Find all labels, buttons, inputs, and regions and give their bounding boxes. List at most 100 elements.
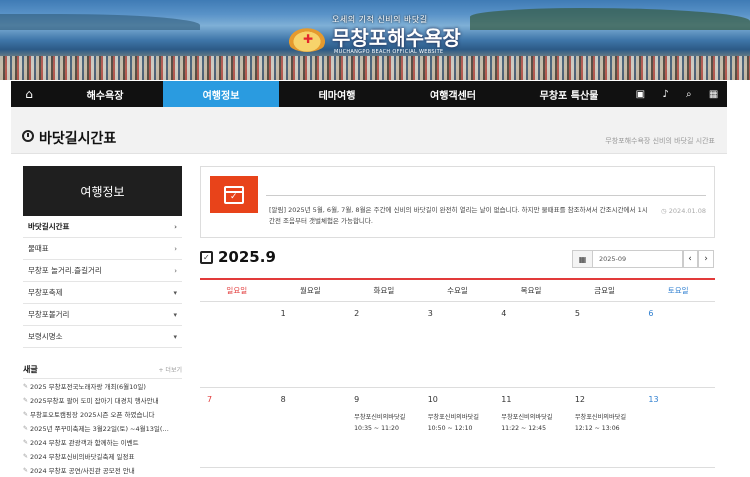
sidebar-item-sights[interactable]: 무창포볼거리 ▾	[23, 304, 182, 326]
day-number: 3	[427, 309, 433, 318]
calendar-day-cell[interactable]: 8	[274, 388, 348, 467]
clock-icon	[22, 130, 34, 142]
logo-mark-icon: ✚	[286, 26, 328, 52]
sidebar-item-festival[interactable]: 무창포축제 ▾	[23, 282, 182, 304]
sidebar-item-label: 물때표	[28, 244, 49, 253]
sidebar-item-label: 보령시명소	[28, 332, 63, 341]
calendar-icon	[200, 251, 213, 264]
sidebar-item-boryeong-attractions[interactable]: 보령시명소 ▾	[23, 326, 182, 348]
weekday-fri: 금요일	[594, 286, 615, 295]
weekday-tue: 화요일	[373, 286, 395, 295]
calendar-day-cell[interactable]: 11 무창포신비의바닷길 11:22 ~ 12:45	[494, 388, 568, 467]
tide-event[interactable]: 무창포신비의바닷길 12:12 ~ 13:06	[575, 412, 642, 434]
calendar-day-cell[interactable]: 12 무창포신비의바닷길 12:12 ~ 13:06	[568, 388, 642, 467]
calendar-week-2: 7 8 9 무창포신비의바닷길 10:35 ~ 11:20 10 무창포신비의바닷…	[200, 388, 715, 468]
bag-icon[interactable]: ▣	[636, 89, 645, 100]
chevron-down-icon: ▾	[173, 288, 177, 297]
recent-posts: 새글 + 더보기 ✎ 2025 무창포전국노래자랑 개최(6월10일) ✎ 2025…	[23, 361, 182, 477]
pencil-icon: ✎	[23, 396, 29, 404]
calendar-year-month: 2025.9	[218, 248, 276, 266]
calendar-day-cell[interactable]: 9 무창포신비의바닷길 10:35 ~ 11:20	[347, 388, 421, 467]
list-item[interactable]: ✎ 2025년 쭈꾸미축제는 3월22일(토) ~4월13일(…	[23, 421, 182, 435]
chevron-right-icon: ›	[174, 222, 177, 231]
list-item[interactable]: ✎ 2024 무창포 공연/사진관 공모전 안내	[23, 463, 182, 477]
tide-event[interactable]: 무창포신비의바닷길 11:22 ~ 12:45	[501, 412, 568, 434]
calendar-day-cell[interactable]: 2	[347, 302, 421, 387]
calendar-day-cell[interactable]: 4	[494, 302, 568, 387]
calendar-day-cell[interactable]: 10 무창포신비의바닷길 10:50 ~ 12:10	[421, 388, 495, 467]
tide-event-time: 12:12 ~ 13:06	[574, 425, 620, 432]
nav-item-specialties[interactable]: 무창포 특산물	[511, 81, 627, 107]
day-number: 6	[648, 309, 654, 318]
banner-island-right	[470, 8, 750, 30]
list-item[interactable]: ✎ 2025 무창포전국노래자랑 개최(6월10일)	[23, 379, 182, 393]
grid-menu-icon[interactable]: ▦	[709, 89, 718, 100]
post-title: 2025년 쭈꾸미축제는 3월22일(토) ~4월13일(…	[30, 425, 169, 433]
notice-text[interactable]: [알림] 2025년 5월, 6월, 7월, 8월은 주간에 신비의 바닷길이 …	[269, 205, 649, 227]
tide-event-label: 무창포신비의바닷길	[354, 414, 406, 421]
post-title: 2025무창포 팔어 도미 잡아기 대경치 행사안내	[30, 397, 159, 405]
calendar-day-cell[interactable]: 6	[641, 302, 715, 387]
list-item[interactable]: ✎ 2025무창포 팔어 도미 잡아기 대경치 행사안내	[23, 393, 182, 407]
nav-item-visitor-center[interactable]: 여행객센터	[395, 81, 511, 107]
header-banner: 오세의 기적 신비의 바닷길 ✚ 무창포해수욕장 MUCHANGPO BEACH…	[0, 0, 750, 80]
breadcrumb[interactable]: 무창포해수욕장 신비의 바닷길 시간표	[605, 136, 715, 146]
site-logo[interactable]: 오세의 기적 신비의 바닷길 ✚ 무창포해수욕장 MUCHANGPO BEACH…	[282, 12, 482, 58]
month-picker-value[interactable]: 2025-09	[593, 251, 683, 267]
day-number: 10	[427, 395, 438, 404]
page-title: 바닷길시간표	[39, 131, 117, 147]
sidebar-item-tide-schedule[interactable]: 바닷길시간표 ›	[23, 216, 182, 238]
sidebar-item-activities[interactable]: 무창포 놀거리.즐길거리 ›	[23, 260, 182, 282]
bell-icon[interactable]: ♪	[662, 89, 668, 100]
post-title: 2024 무창포신비의바닷길축제 일정표	[30, 453, 135, 461]
day-number: 12	[574, 395, 585, 404]
pencil-icon: ✎	[23, 438, 29, 446]
tide-event[interactable]: 무창포신비의바닷길 10:50 ~ 12:10	[428, 412, 495, 434]
sidebar-item-tide-table[interactable]: 물때표 ›	[23, 238, 182, 260]
prev-month-button[interactable]: ‹	[682, 250, 698, 268]
home-icon[interactable]: ⌂	[11, 81, 47, 107]
nav-item-theme-travel[interactable]: 테마여행	[279, 81, 395, 107]
weekday-thu: 목요일	[520, 286, 542, 295]
main-nav: ⌂ 해수욕장 여행정보 테마여행 여행객센터 무창포 특산물 ▣ ♪ ⌕ ▦	[11, 81, 727, 107]
calendar-day-cell[interactable]: 3	[421, 302, 495, 387]
next-month-button[interactable]: ›	[698, 250, 714, 268]
pencil-icon: ✎	[23, 452, 29, 460]
notice-divider	[266, 195, 706, 196]
list-item[interactable]: ✎ 2024 무창포 관광객과 함께하는 이벤트	[23, 435, 182, 449]
calendar-picker-icon[interactable]: ▦	[573, 251, 593, 267]
chevron-right-icon: ›	[174, 266, 177, 275]
weekday-sat: 토요일	[667, 286, 689, 295]
logo-site-name-en: MUCHANGPO BEACH OFFICIAL WEBSITE	[334, 49, 444, 55]
day-number: 7	[207, 395, 213, 404]
calendar-header: 2025.9 ▦ 2025-09 ‹ ›	[200, 248, 715, 270]
calendar-day-cell[interactable]: 1	[274, 302, 348, 387]
sidebar-item-label: 무창포축제	[28, 288, 63, 297]
more-link[interactable]: + 더보기	[159, 365, 183, 374]
calendar-day-cell[interactable]: 7	[200, 388, 274, 467]
tide-event[interactable]: 무창포신비의바닷길 10:35 ~ 11:20	[354, 412, 421, 434]
calendar-grid: 일요일 월요일 화요일 수요일 목요일 금요일 토요일 1 2 3 4 5 6 …	[200, 278, 715, 468]
calendar-day-cell[interactable]: 13	[641, 388, 715, 467]
list-item[interactable]: ✎ 2024 무창포신비의바닷길축제 일정표	[23, 449, 182, 463]
tide-event-label: 무창포신비의바닷길	[427, 414, 479, 421]
tide-event-label: 무창포신비의바닷길	[501, 414, 553, 421]
post-title: 2025 무창포전국노래자랑 개최(6월10일)	[30, 383, 146, 391]
sidebar-item-label: 무창포 놀거리.즐길거리	[28, 266, 102, 275]
search-icon[interactable]: ⌕	[686, 89, 692, 100]
pencil-icon: ✎	[23, 466, 29, 474]
nav-item-travel-info[interactable]: 여행정보	[163, 81, 279, 107]
nav-utility-icons: ▣ ♪ ⌕ ▦	[627, 81, 727, 107]
banner-island-left	[0, 14, 200, 30]
day-number: 4	[501, 309, 507, 318]
nav-item-beach[interactable]: 해수욕장	[47, 81, 163, 107]
sidebar: 여행정보 바닷길시간표 › 물때표 › 무창포 놀거리.즐길거리 › 무창포축제 ▾ 무…	[23, 166, 182, 348]
calendar-day-cell[interactable]: 5	[568, 302, 642, 387]
month-picker[interactable]: ▦ 2025-09	[572, 250, 684, 268]
post-title: 무창포오토캠핑장 2025시즌 오픈 하였습니다	[30, 411, 155, 419]
chevron-right-icon: ›	[174, 244, 177, 253]
list-item[interactable]: ✎ 무창포오토캠핑장 2025시즌 오픈 하였습니다	[23, 407, 182, 421]
recent-posts-header: 새글 + 더보기	[23, 361, 182, 379]
weekday-mon: 월요일	[299, 286, 321, 295]
logo-site-name: 무창포해수욕장	[332, 26, 461, 50]
